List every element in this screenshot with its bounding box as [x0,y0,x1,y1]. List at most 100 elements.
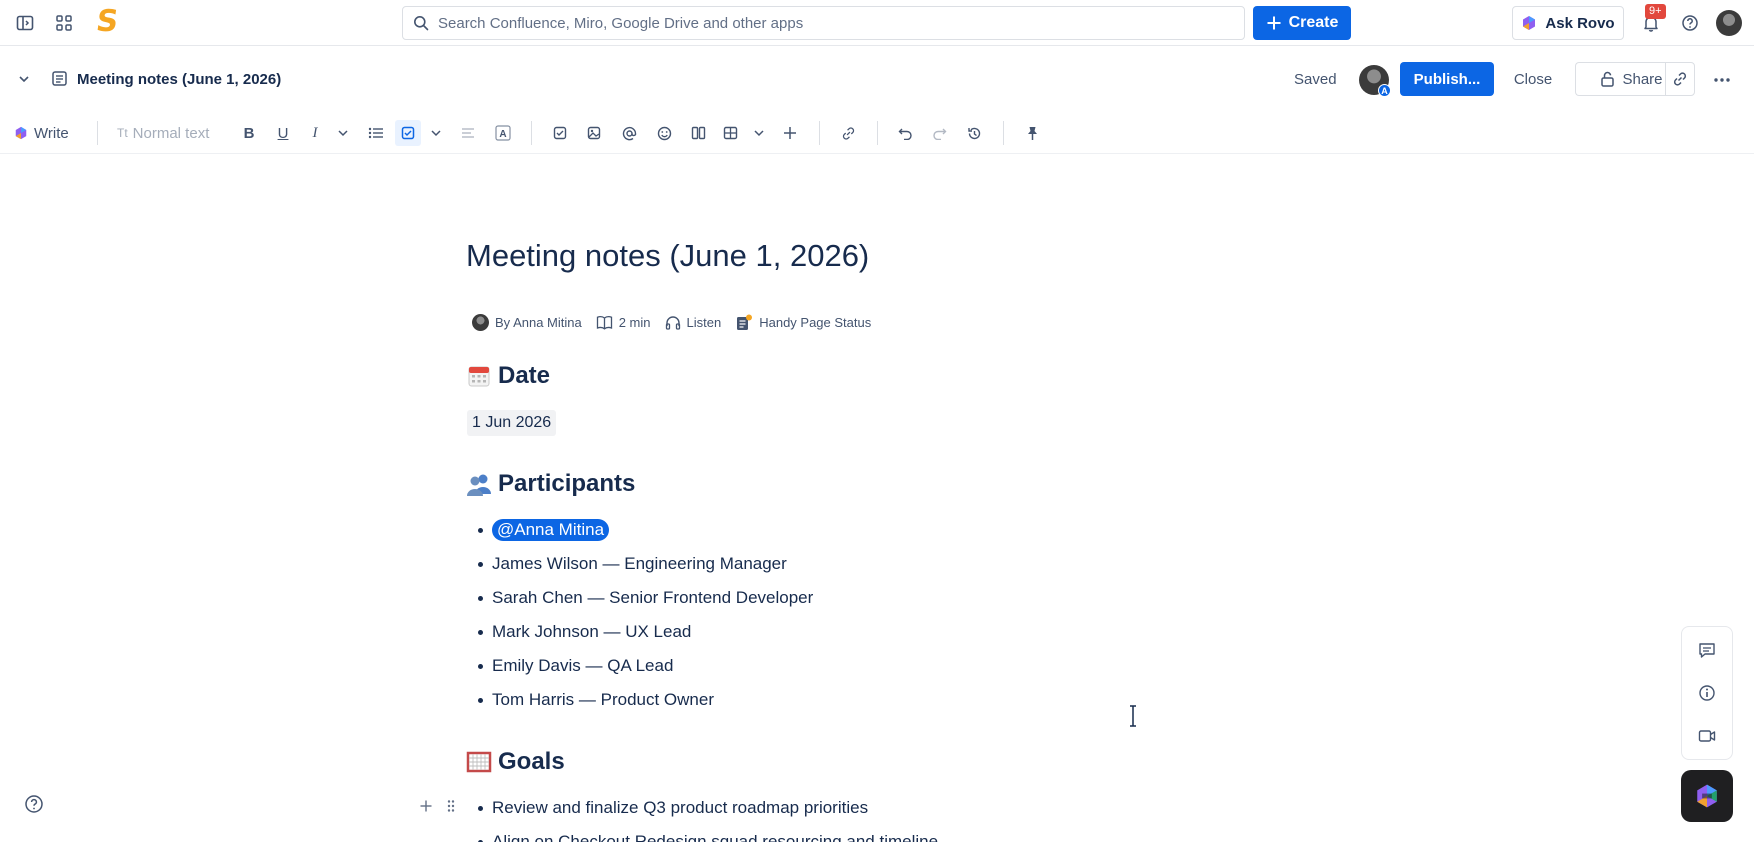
help-circle-icon[interactable] [24,794,44,814]
toolbar-divider [819,121,820,145]
rovo-small-icon [14,126,28,140]
rovo-icon [1521,15,1537,31]
page-breadcrumb-title[interactable]: Meeting notes (June 1, 2026) [77,71,281,88]
chevron-down-icon[interactable] [17,72,31,86]
search-input[interactable]: Search Confluence, Miro, Google Drive an… [402,6,1245,40]
copy-link-icon[interactable] [1665,62,1695,96]
emoji-icon[interactable] [655,120,673,146]
page-status-icon [735,314,753,331]
ask-rovo-button[interactable]: Ask Rovo [1512,6,1624,40]
toolbar-divider [97,121,98,145]
redo-icon[interactable] [930,120,948,146]
goal-net-icon [466,749,492,775]
italic-icon[interactable]: I [307,120,323,146]
date-heading-text: Date [498,362,551,389]
participants-heading[interactable]: Participants [466,470,635,498]
text-style-dropdown[interactable]: Tt Normal text [117,120,209,146]
people-icon [466,471,492,497]
more-formatting-chevron-icon[interactable] [334,120,352,146]
author-avatar [472,313,489,331]
search-placeholder: Search Confluence, Miro, Google Drive an… [438,14,804,32]
plus-icon [1266,15,1282,31]
goals-heading[interactable]: Goals [466,748,565,776]
byline-read-time: 2 min [596,315,651,330]
close-button[interactable]: Close [1503,62,1563,96]
svg-text:A: A [499,129,506,140]
list-item[interactable]: Review and finalize Q3 product roadmap p… [478,791,938,825]
layouts-icon[interactable] [689,120,707,146]
list-item[interactable]: Emily Davis — QA Lead [478,649,813,683]
table-chevron-icon[interactable] [750,120,768,146]
toolbar-divider [877,121,878,145]
app-switcher-icon[interactable] [51,10,77,36]
page-icon [51,70,68,87]
toolbar-divider [1003,121,1004,145]
task-icon[interactable] [551,120,569,146]
bullet-list-icon[interactable] [366,120,386,146]
page-title[interactable]: Meeting notes (June 1, 2026) [466,238,869,274]
list-item[interactable]: Sarah Chen — Senior Frontend Developer [478,581,813,615]
text-cursor-icon [1128,705,1138,727]
write-with-ai-button[interactable]: Write [14,120,69,146]
ask-rovo-label: Ask Rovo [1545,14,1615,32]
link-icon[interactable] [839,120,857,146]
mention-icon[interactable] [620,120,638,146]
insert-plus-icon[interactable] [781,120,799,146]
user-mention[interactable]: @Anna Mitina [492,519,610,541]
toolbar-divider [531,121,532,145]
date-chip[interactable]: 1 Jun 2026 [467,410,557,436]
bold-icon[interactable]: B [240,120,258,146]
notification-badge: 9+ [1645,4,1666,19]
list-item[interactable]: James Wilson — Engineering Manager [478,547,813,581]
text-style-icon: Tt [117,126,128,140]
drag-handle-icon[interactable] [446,799,456,813]
book-icon [596,315,613,330]
create-button[interactable]: Create [1253,6,1351,40]
pin-toolbar-icon[interactable] [1023,120,1041,146]
undo-icon[interactable] [896,120,914,146]
video-icon[interactable] [1696,725,1718,747]
participants-list: @Anna Mitina James Wilson — Engineering … [478,513,813,717]
write-label: Write [34,124,69,142]
listen-label: Listen [686,314,722,330]
date-heading[interactable]: Date [466,362,550,390]
list-item[interactable]: Mark Johnson — UX Lead [478,615,813,649]
author-label: By Anna Mitina [495,314,582,330]
saved-status: Saved [1294,71,1337,88]
byline-author[interactable]: By Anna Mitina [472,313,582,331]
byline-page-status[interactable]: Handy Page Status [735,314,871,331]
goals-list: Review and finalize Q3 product roadmap p… [478,791,938,842]
list-item[interactable]: @Anna Mitina [478,513,813,547]
calendar-icon [466,363,492,389]
top-navigation: S Search Confluence, Miro, Google Drive … [0,0,1754,46]
goals-heading-text: Goals [498,748,565,775]
page-status-label: Handy Page Status [759,314,872,330]
list-chevron-icon[interactable] [427,120,445,146]
create-button-label: Create [1288,14,1339,31]
comments-icon[interactable] [1696,639,1718,661]
help-icon[interactable] [1677,10,1703,36]
image-icon[interactable] [585,120,603,146]
byline-listen[interactable]: Listen [665,314,722,330]
sidebar-toggle-icon[interactable] [12,10,38,36]
more-options-icon[interactable] [1712,72,1732,88]
version-history-icon[interactable] [965,120,983,146]
page-byline: By Anna Mitina 2 min Listen Handy Page S… [472,312,885,332]
publish-button[interactable]: Publish... [1400,62,1494,96]
insert-block-plus-icon[interactable] [419,799,433,813]
product-logo[interactable]: S [90,4,124,39]
action-item-icon[interactable] [395,120,421,146]
info-icon[interactable] [1696,682,1718,704]
text-color-icon[interactable]: A [493,120,513,146]
text-style-label: Normal text [132,124,210,142]
list-item[interactable]: Align on Checkout Redesign squad resourc… [478,825,938,842]
table-icon[interactable] [721,120,739,146]
lock-icon [1600,71,1615,87]
list-item[interactable]: Tom Harris — Product Owner [478,683,813,717]
participants-heading-text: Participants [498,470,636,497]
profile-avatar[interactable] [1716,10,1742,36]
rovo-chat-button[interactable] [1681,770,1733,822]
read-time-label: 2 min [618,314,651,330]
underline-icon[interactable]: U [274,120,292,146]
align-icon[interactable] [459,120,477,146]
